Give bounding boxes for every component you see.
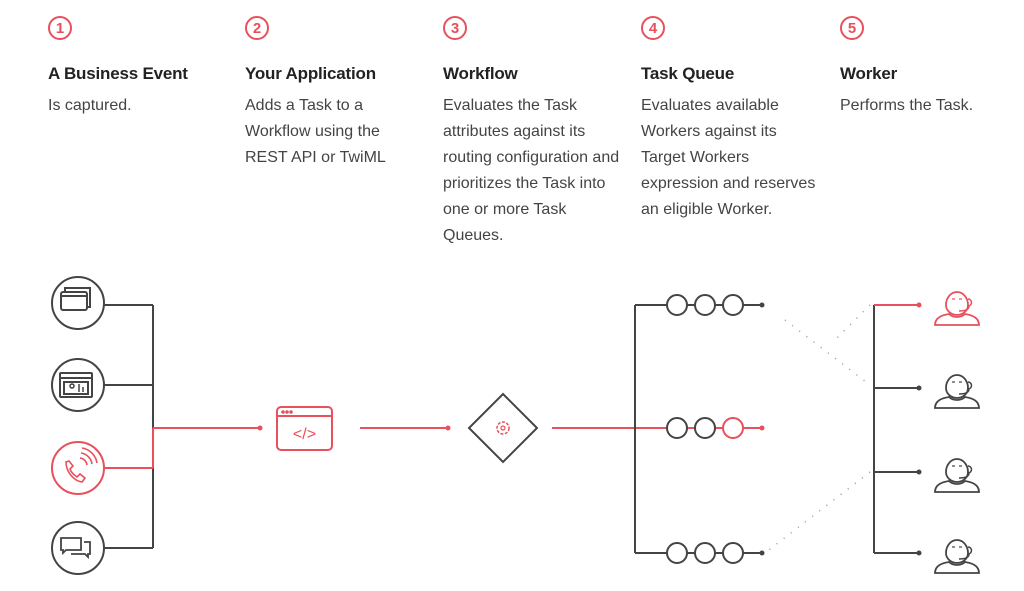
task-queue — [666, 294, 765, 316]
headset-icon — [958, 546, 973, 560]
video-profile-icon — [51, 358, 105, 412]
worker-head — [945, 458, 969, 483]
arrow-head — [759, 425, 765, 431]
phone-icon — [51, 441, 105, 495]
queue-slot — [666, 542, 688, 564]
queue-slot — [722, 417, 744, 439]
gear-diamond-icon — [467, 392, 539, 464]
headset-icon — [958, 465, 973, 479]
worker-agent-icon — [874, 374, 980, 409]
headset-icon — [958, 381, 973, 395]
arrow-head — [916, 550, 922, 556]
queue-slot — [694, 542, 716, 564]
arrow-head — [445, 425, 451, 431]
queue-slot — [666, 417, 688, 439]
worker-head — [945, 374, 969, 399]
arrow-head — [916, 469, 922, 475]
queue-slot — [722, 294, 744, 316]
task-queues — [666, 294, 765, 564]
workers — [874, 291, 980, 574]
queue-slot — [722, 542, 744, 564]
worker-head — [945, 539, 969, 564]
chat-icon — [51, 276, 105, 330]
queue-slot — [694, 294, 716, 316]
arrow-head — [759, 302, 765, 308]
task-queue — [666, 542, 765, 564]
worker-agent-icon — [874, 291, 980, 326]
worker-head — [945, 291, 969, 316]
code-label: </> — [293, 426, 316, 443]
channel-bus — [104, 304, 154, 549]
queue-slot — [666, 294, 688, 316]
active-path — [104, 427, 668, 469]
worker-agent-icon — [874, 539, 980, 574]
queue-slot — [694, 417, 716, 439]
task-queue — [666, 417, 765, 439]
arrow-head — [916, 302, 922, 308]
arrow-head — [257, 425, 263, 431]
headset-icon — [958, 298, 973, 312]
arrow-head — [759, 550, 765, 556]
reservation-lines — [764, 304, 871, 554]
messaging-icon — [51, 521, 105, 575]
arrow-head — [916, 385, 922, 391]
worker-agent-icon — [874, 458, 980, 493]
task-routing-diagram: </> — [51, 276, 980, 575]
